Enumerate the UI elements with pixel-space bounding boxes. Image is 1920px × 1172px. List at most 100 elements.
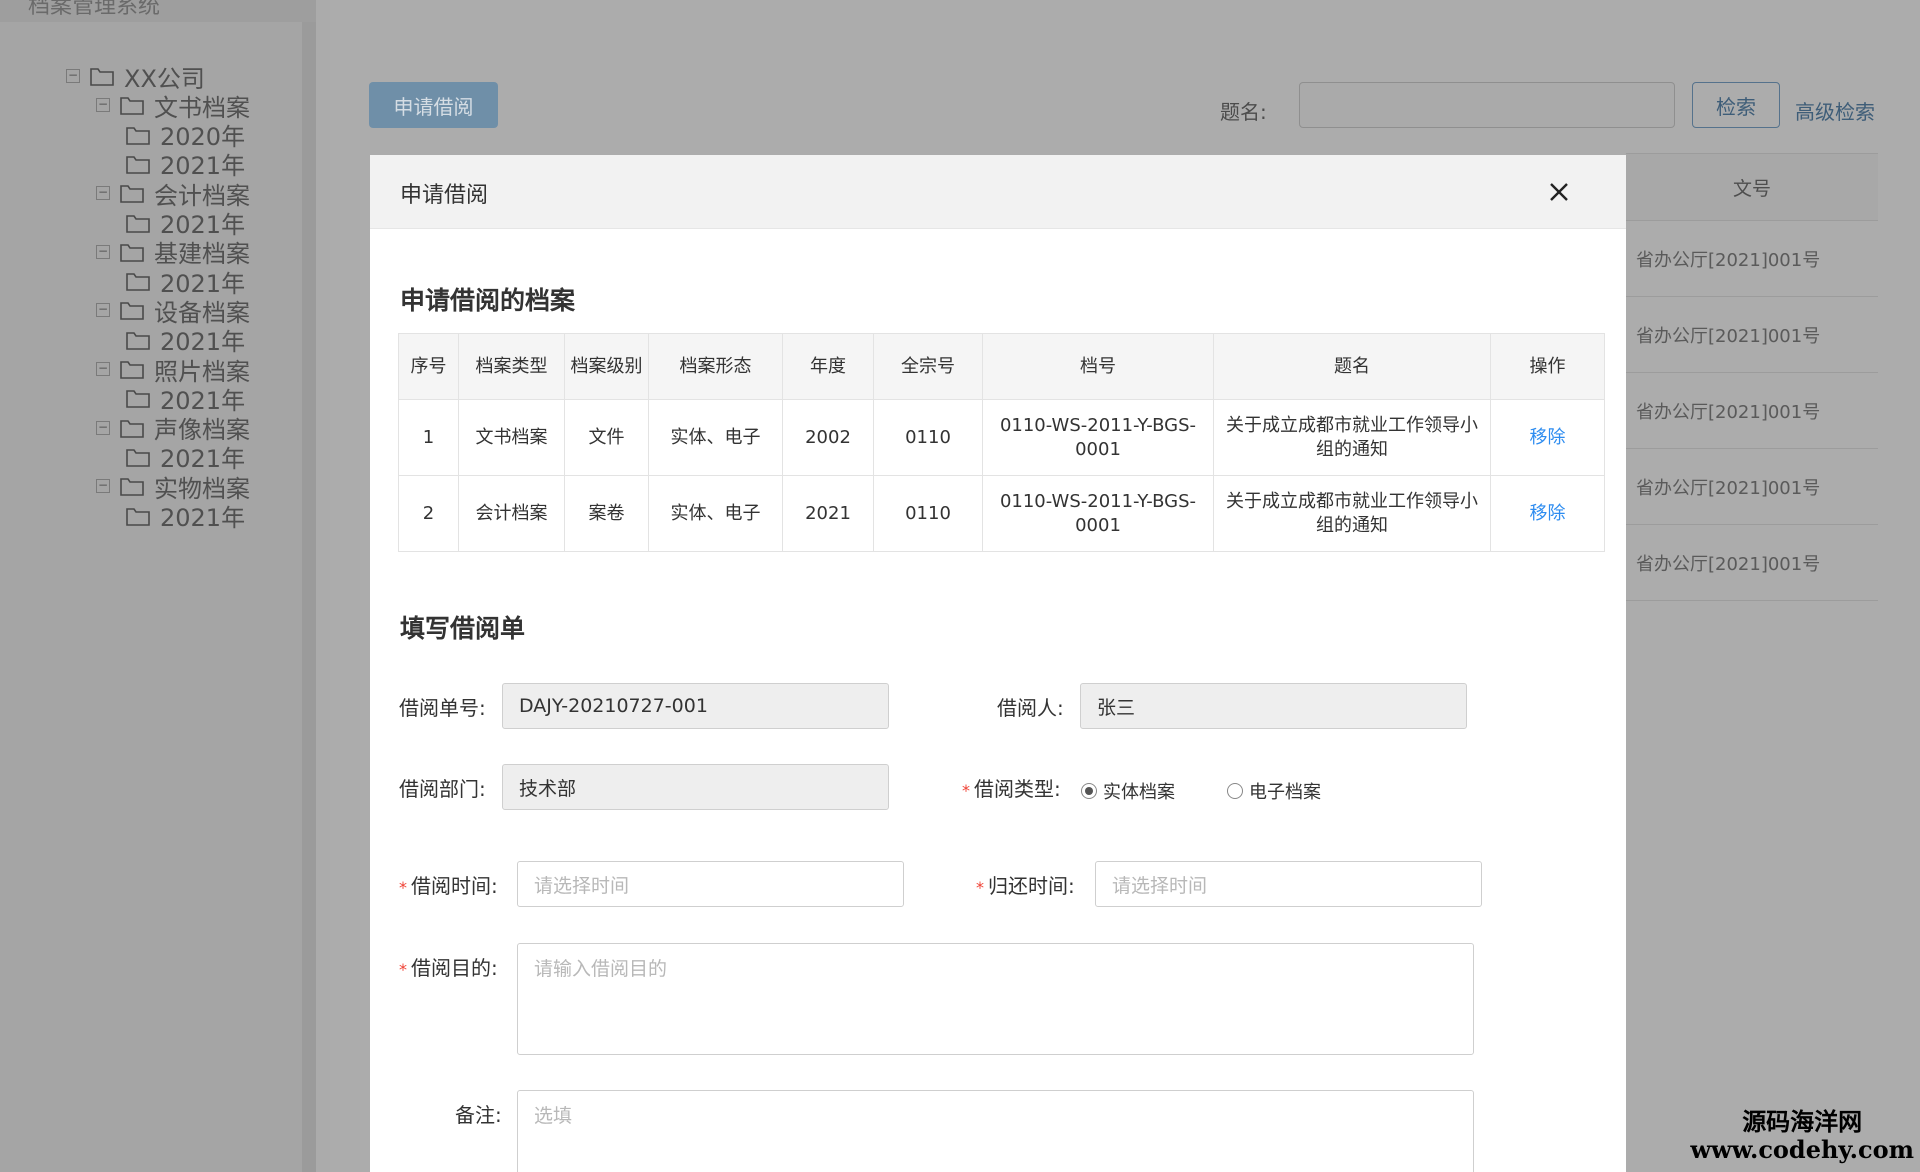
tree-node[interactable]: 2021年: [126, 325, 245, 356]
collapse-toggle-icon[interactable]: −: [96, 420, 110, 435]
cell-year: 2002: [782, 399, 874, 476]
folder-icon: [126, 449, 150, 467]
table-row: 2 会计档案 案卷 实体、电子 2021 0110 0110-WS-2011-Y…: [398, 475, 1605, 552]
cell-fonds: 0110: [873, 399, 983, 476]
column-header: 操作: [1490, 333, 1605, 400]
apply-borrow-button[interactable]: 申请借阅: [369, 82, 498, 128]
folder-icon: [120, 97, 144, 116]
purpose-textarea[interactable]: 请输入借阅目的: [517, 943, 1474, 1055]
search-label: 题名:: [1220, 100, 1267, 124]
remove-link[interactable]: 移除: [1530, 503, 1566, 524]
collapse-toggle-icon[interactable]: −: [66, 69, 80, 83]
table-row: 省办公厅[2021]001号: [1626, 449, 1878, 525]
return-time-picker[interactable]: 请选择时间: [1095, 861, 1482, 907]
collapse-toggle-icon[interactable]: −: [96, 98, 110, 113]
borrower-field[interactable]: 张三: [1080, 683, 1467, 729]
tree-node[interactable]: − 基建档案: [96, 237, 250, 268]
tree-node[interactable]: − 设备档案: [96, 295, 250, 327]
folder-icon: [126, 156, 150, 174]
column-header: 档案类型: [458, 333, 565, 400]
folder-icon: [126, 390, 150, 409]
cell-no: 1: [398, 399, 459, 476]
radio-electronic[interactable]: 电子档案: [1227, 778, 1321, 804]
remark-label: 备注:: [455, 1103, 502, 1127]
cell-type: 文书档案: [458, 399, 565, 476]
column-header: 年度: [782, 333, 874, 400]
order-no-field[interactable]: DAJY-20210727-001: [502, 683, 889, 729]
cell-code: 0110-WS-2011-Y-BGS-0001: [982, 399, 1214, 476]
cell-type: 会计档案: [458, 475, 565, 552]
tree-node[interactable]: 2021年: [126, 383, 245, 415]
cell-action: 移除: [1490, 475, 1605, 552]
order-no-label: 借阅单号:: [399, 696, 486, 720]
sidebar-header: 档案管理系统: [0, 0, 316, 22]
folder-icon: [126, 126, 150, 145]
collapse-toggle-icon[interactable]: −: [96, 244, 110, 259]
folder-icon: [120, 185, 144, 203]
tree-node[interactable]: − 声像档案: [96, 413, 250, 444]
return-time-label-text: 归还时间:: [988, 874, 1075, 898]
tree-node[interactable]: 2021年: [126, 501, 246, 532]
doc-number-header: 文号: [1626, 153, 1878, 221]
borrow-files-table: 序号 档案类型 档案级别 档案形态 年度 全宗号 档号 题名 操作 1 文书档案…: [398, 333, 1605, 552]
advanced-search-link[interactable]: 高级检索: [1795, 96, 1875, 125]
dialog-header: 申请借阅: [370, 155, 1626, 229]
column-header: 全宗号: [873, 333, 983, 400]
tree-node[interactable]: 2021年: [126, 208, 245, 239]
tree-node[interactable]: − 会计档案: [96, 178, 250, 210]
tree-node[interactable]: 2021年: [126, 442, 245, 473]
remove-link[interactable]: 移除: [1530, 427, 1566, 448]
remark-textarea[interactable]: 选填: [517, 1090, 1474, 1172]
tree-node-label: 2021年: [160, 504, 246, 532]
column-header: 档号: [982, 333, 1214, 400]
cell-year: 2021: [782, 475, 874, 552]
collapse-toggle-icon[interactable]: −: [96, 479, 110, 494]
search-button[interactable]: 检索: [1692, 82, 1780, 128]
radio-checked-icon[interactable]: [1081, 783, 1097, 799]
radio-unchecked-icon[interactable]: [1227, 783, 1243, 799]
collapse-toggle-icon[interactable]: −: [96, 362, 110, 376]
watermark: 源码海洋网 www.codehy.com: [1690, 1108, 1914, 1164]
tree-node[interactable]: − 实物档案: [96, 471, 250, 503]
section-title-form: 填写借阅单: [400, 614, 526, 643]
required-mark: *: [399, 960, 407, 979]
tree-node[interactable]: 2021年: [126, 266, 245, 298]
table-row: 省办公厅[2021]001号: [1626, 525, 1878, 601]
collapse-toggle-icon[interactable]: −: [96, 186, 110, 201]
folder-icon: [90, 68, 114, 86]
cell-no: 2: [398, 475, 459, 552]
borrow-type-label-text: 借阅类型:: [974, 777, 1061, 801]
borrow-time-picker[interactable]: 请选择时间: [517, 861, 904, 907]
borrow-time-label: * 借阅时间:: [399, 870, 498, 899]
purpose-label: * 借阅目的:: [399, 952, 498, 981]
title-search-input[interactable]: [1299, 82, 1675, 128]
radio-label: 实体档案: [1103, 782, 1175, 803]
borrower-label: 借阅人:: [997, 696, 1064, 720]
dept-field[interactable]: 技术部: [502, 764, 889, 810]
radio-physical[interactable]: 实体档案: [1081, 778, 1175, 804]
background-table: 文号 省办公厅[2021]001号 省办公厅[2021]001号 省办公厅[20…: [1626, 153, 1878, 601]
tree-node[interactable]: − XX公司: [66, 61, 205, 93]
folder-icon: [126, 331, 150, 350]
return-time-label: * 归还时间:: [976, 870, 1075, 899]
table-header-row: 序号 档案类型 档案级别 档案形态 年度 全宗号 档号 题名 操作: [398, 333, 1605, 400]
tree-node[interactable]: 2021年: [126, 149, 245, 180]
required-mark: *: [976, 878, 984, 897]
folder-icon: [120, 243, 144, 262]
watermark-line1: 源码海洋网: [1742, 1107, 1863, 1136]
cell-action: 移除: [1490, 399, 1605, 476]
table-row: 省办公厅[2021]001号: [1626, 221, 1878, 297]
folder-icon: [126, 507, 150, 526]
collapse-toggle-icon[interactable]: −: [96, 303, 110, 318]
purpose-label-text: 借阅目的:: [411, 956, 498, 980]
close-icon[interactable]: [1544, 177, 1574, 207]
column-header: 档案级别: [564, 333, 649, 400]
folder-icon: [120, 478, 144, 496]
section-title-files: 申请借阅的档案: [400, 286, 576, 315]
radio-label: 电子档案: [1249, 782, 1321, 803]
tree-node[interactable]: − 照片档案: [96, 354, 250, 386]
table-row: 省办公厅[2021]001号: [1626, 373, 1878, 449]
tree-node[interactable]: 2020年: [126, 120, 245, 151]
tree-node[interactable]: − 文书档案: [96, 90, 250, 122]
sidebar: 档案管理系统 − XX公司 − 文书档案 2020年 2021年 − 会计档案 2021年 − 基建…: [0, 0, 316, 1172]
